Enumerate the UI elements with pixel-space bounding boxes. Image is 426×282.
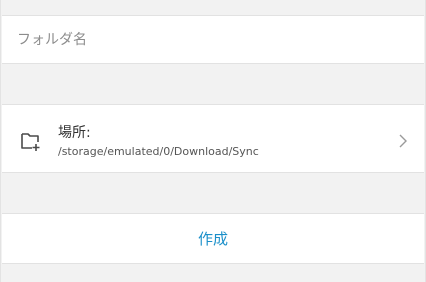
create-row: 作成 bbox=[2, 213, 424, 264]
chevron-right-icon bbox=[399, 134, 407, 148]
dialog-frame: 場所: /storage/emulated/0/Download/Sync 作成 bbox=[0, 0, 426, 282]
location-label: 場所: bbox=[58, 125, 91, 141]
folder-name-input[interactable] bbox=[17, 28, 397, 52]
folder-name-row bbox=[2, 15, 424, 64]
folder-add-icon bbox=[21, 133, 40, 151]
create-button[interactable]: 作成 bbox=[2, 214, 424, 263]
location-row[interactable]: 場所: /storage/emulated/0/Download/Sync bbox=[2, 104, 424, 173]
location-path: /storage/emulated/0/Download/Sync bbox=[58, 145, 259, 158]
